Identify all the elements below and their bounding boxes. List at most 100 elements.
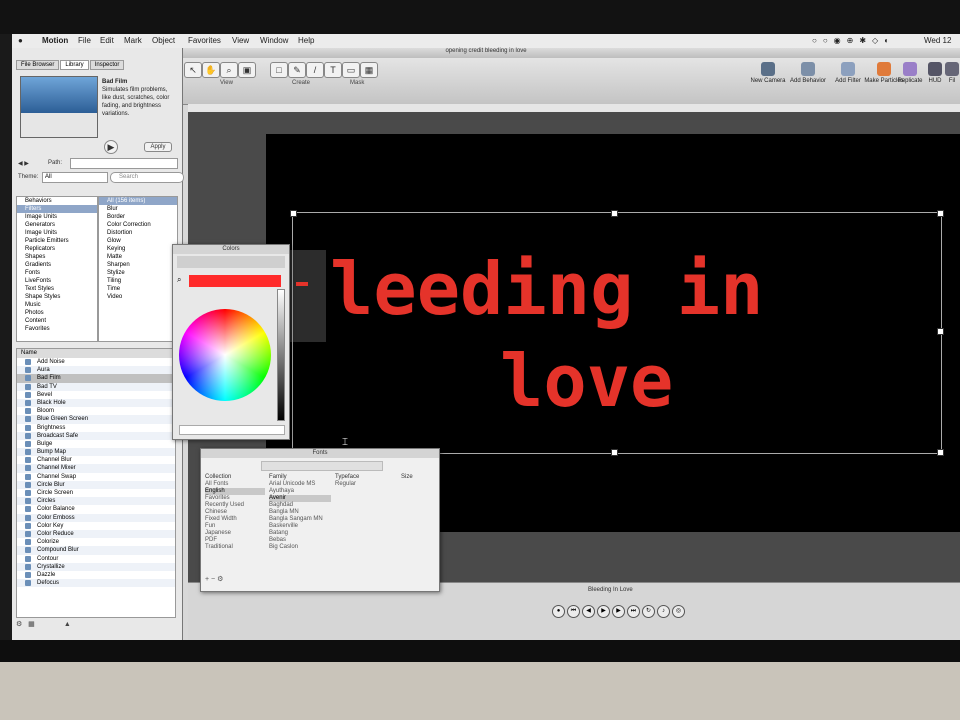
category-item[interactable]: Fonts [17, 269, 97, 277]
status-icons[interactable]: ○○◉⊕✱◇◐ [812, 36, 895, 45]
apply-button[interactable]: Apply [144, 142, 172, 152]
filter-item[interactable]: Bump Map [17, 448, 175, 457]
filter-item[interactable]: Bloom [17, 407, 175, 415]
add-filter-button[interactable]: Add Filter [828, 62, 868, 84]
tab-file-browser[interactable]: File Browser [16, 60, 60, 70]
color-swatch[interactable] [189, 275, 281, 287]
category-item[interactable]: LiveFonts [17, 277, 97, 285]
filter-item[interactable]: Circles [17, 497, 175, 506]
bbox-handle[interactable] [937, 210, 944, 217]
bbox-handle[interactable] [290, 210, 297, 217]
filter-item[interactable]: Bulge [17, 440, 175, 448]
family-item[interactable]: Baskerville [269, 523, 331, 530]
category-item[interactable]: Music [17, 301, 97, 309]
filter-item[interactable]: Contour [17, 555, 175, 563]
subcategory-item[interactable]: Video [99, 293, 177, 301]
filter-item[interactable]: Bevel [17, 391, 175, 399]
library-bottom-controls[interactable]: ⚙ ▦ ▲ [16, 620, 174, 630]
add-behavior-button[interactable]: Add Behavior [788, 62, 828, 84]
family-item[interactable]: Big Caslon [269, 544, 331, 551]
filter-item[interactable]: Bad TV [17, 382, 175, 391]
collection-item[interactable]: Fun [205, 523, 265, 530]
collection-item[interactable]: PDF [205, 537, 265, 544]
collection-item[interactable]: Japanese [205, 530, 265, 537]
subcategory-item[interactable]: Time [99, 285, 177, 293]
menu-view[interactable]: View [232, 36, 249, 45]
mask-rect-tool-icon[interactable]: ▭ [342, 62, 360, 78]
step-forward-icon[interactable]: ▶ [612, 605, 625, 618]
subcategory-item[interactable]: Glow [99, 237, 177, 245]
filter-item[interactable]: Circle Blur [17, 480, 175, 489]
collection-item[interactable]: Traditional [205, 544, 265, 551]
record-icon[interactable]: ● [552, 605, 565, 618]
swatch-tray[interactable] [179, 425, 285, 435]
filter-item[interactable]: Bad Film [17, 374, 175, 383]
back-forward-icon[interactable]: ◀ ▶ [18, 160, 29, 167]
category-item[interactable]: Particle Emitters [17, 237, 97, 245]
category-item[interactable]: Behaviors [17, 197, 97, 205]
family-item[interactable]: Bangla MN [269, 509, 331, 516]
subcategory-item[interactable]: Matte [99, 253, 177, 261]
bbox-handle[interactable] [611, 210, 618, 217]
filter-item[interactable]: Add Noise [17, 358, 175, 366]
subcategory-item[interactable]: All (156 items) [99, 197, 177, 205]
color-mode-tabs[interactable] [177, 256, 285, 268]
filter-item[interactable]: Brightness [17, 424, 175, 432]
filter-item[interactable]: Channel Blur [17, 456, 175, 464]
menu-app[interactable]: Motion [42, 36, 68, 45]
family-item[interactable]: Batang [269, 530, 331, 537]
menu-clock[interactable]: Wed 12 [924, 36, 951, 45]
filter-item[interactable]: Crystallize [17, 562, 175, 571]
text-tool-icon[interactable]: T [324, 62, 342, 78]
category-item[interactable]: Favorites [17, 325, 97, 333]
menu-favorites[interactable]: Favorites [188, 36, 221, 45]
menu-object[interactable]: Object [152, 36, 175, 45]
typeface-item[interactable]: Regular [335, 481, 395, 488]
category-item[interactable]: Filters [17, 205, 97, 213]
play-preview-icon[interactable]: ▶ [104, 140, 118, 154]
category-item[interactable]: Shape Styles [17, 293, 97, 301]
collection-item[interactable]: Chinese [205, 509, 265, 516]
go-start-icon[interactable]: ⏮ [567, 605, 580, 618]
collection-item[interactable]: Favorites [205, 495, 265, 502]
category-item[interactable]: Content [17, 317, 97, 325]
collection-item[interactable]: Fixed Width [205, 516, 265, 523]
step-back-icon[interactable]: ◀ [582, 605, 595, 618]
tab-inspector[interactable]: Inspector [89, 60, 125, 70]
audio-icon[interactable]: ♪ [657, 605, 670, 618]
filter-item[interactable]: Defocus [17, 579, 175, 588]
filter-item[interactable]: Circle Screen [17, 489, 175, 497]
family-item[interactable]: Bebas [269, 537, 331, 544]
filter-item[interactable]: Compound Blur [17, 546, 175, 555]
menu-window[interactable]: Window [260, 36, 288, 45]
hud-button[interactable]: HUD [924, 62, 946, 84]
apple-icon[interactable]: ● [18, 36, 23, 45]
title-text-line1[interactable]: leeding in [330, 244, 763, 334]
category-item[interactable]: Photos [17, 309, 97, 317]
filter-item[interactable]: Dazzle [17, 571, 175, 579]
collection-item[interactable]: English [205, 488, 265, 495]
paint-tool-icon[interactable]: / [306, 62, 324, 78]
camera-tool-icon[interactable]: ▣ [238, 62, 256, 78]
category-item[interactable]: Text Styles [17, 285, 97, 293]
category-item[interactable]: Replicators [17, 245, 97, 253]
subcategory-item[interactable]: Stylize [99, 269, 177, 277]
fonts-action-icons[interactable]: + − ⚙ [205, 575, 223, 583]
filter-item[interactable]: Colorize [17, 538, 175, 546]
theme-select[interactable]: All [42, 172, 108, 183]
family-item[interactable]: Arial Unicode MS [269, 481, 331, 488]
file-button[interactable]: Fil [944, 62, 960, 84]
rectangle-tool-icon[interactable]: □ [270, 62, 288, 78]
filter-item[interactable]: Broadcast Safe [17, 431, 175, 440]
category-item[interactable]: Gradients [17, 261, 97, 269]
category-item[interactable]: Generators [17, 221, 97, 229]
menu-mark[interactable]: Mark [124, 36, 142, 45]
filter-item[interactable]: Blue Green Screen [17, 415, 175, 424]
subcategory-item[interactable]: Sharpen [99, 261, 177, 269]
mute-icon[interactable]: ◎ [672, 605, 685, 618]
subcategory-item[interactable]: Border [99, 213, 177, 221]
filter-item[interactable]: Color Balance [17, 505, 175, 513]
menu-file[interactable]: File [78, 36, 91, 45]
go-end-icon[interactable]: ⏭ [627, 605, 640, 618]
color-wheel[interactable] [179, 309, 271, 401]
